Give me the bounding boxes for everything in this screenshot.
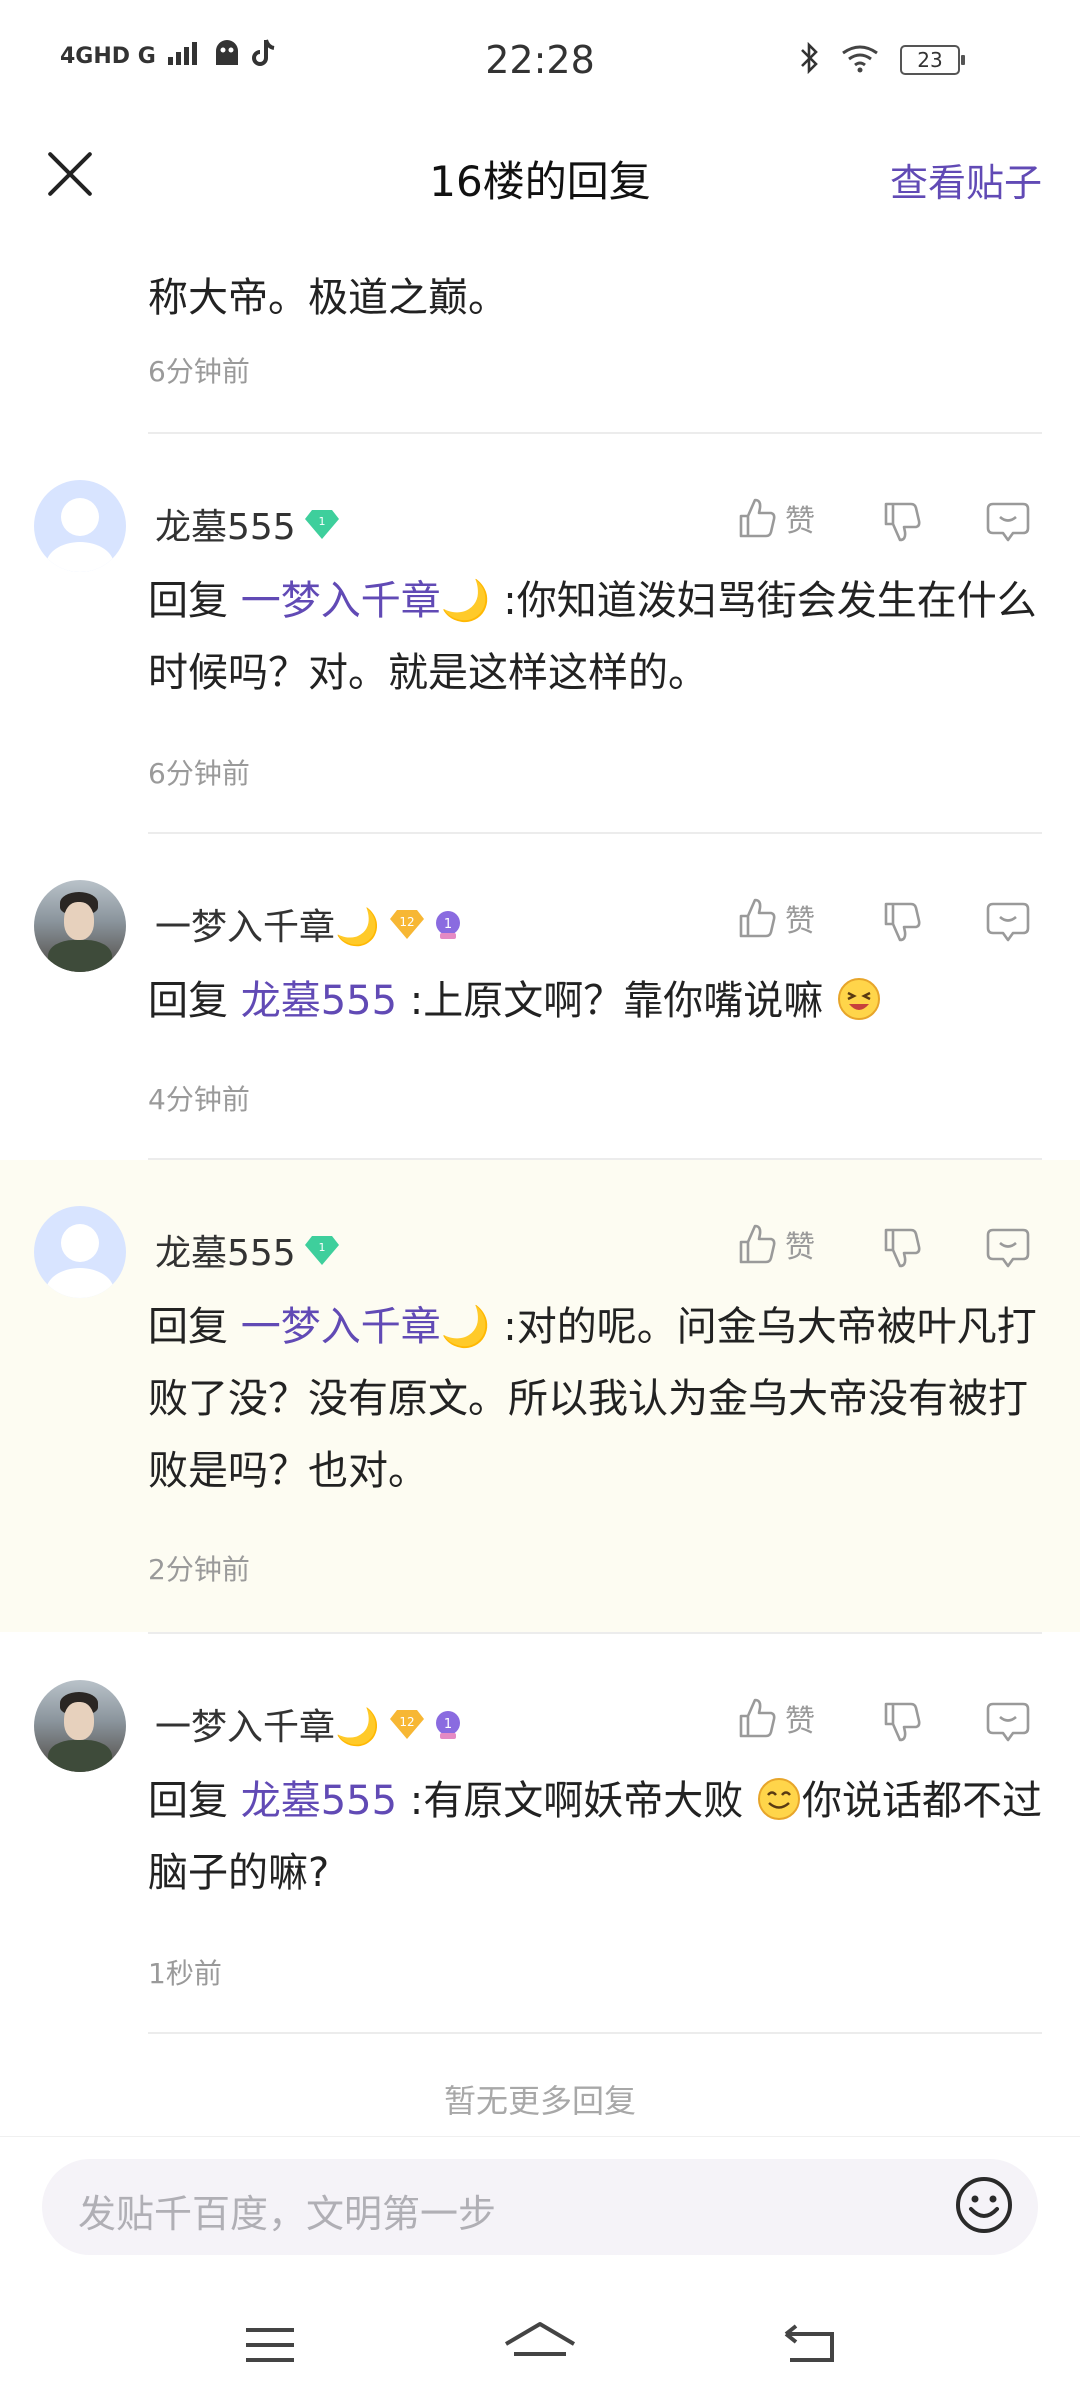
battery-icon: 23 <box>900 45 965 75</box>
mention-link[interactable]: 一梦入千章🌙 <box>241 578 491 624</box>
comment-icon <box>986 902 1030 942</box>
svg-text:1: 1 <box>444 1717 452 1732</box>
system-nav-bar <box>0 2290 1080 2400</box>
reply-actions: 赞 <box>735 496 1035 556</box>
thumb-down-icon <box>884 1702 921 1742</box>
back-nav-icon[interactable] <box>780 2320 840 2370</box>
thumb-down-icon <box>884 1228 921 1268</box>
reply-input-bar: 发贴千百度，文明第一步 <box>0 2136 1080 2291</box>
svg-text:1: 1 <box>444 917 452 932</box>
thumb-up-icon <box>739 498 776 538</box>
system-indicators: 23 <box>798 41 965 78</box>
mention-link[interactable]: 龙墓555 <box>241 978 397 1024</box>
reply-time: 1秒前 <box>148 1957 222 1990</box>
reply-item: 龙墓555 1 赞 回复 一梦入千章🌙 :你知道泼妇骂街会发生在什么时候吗？对。… <box>0 434 1080 832</box>
member-gem-badge-icon: 1 <box>304 1233 339 1267</box>
comment-button[interactable] <box>985 900 1031 948</box>
reply-content: 回复 龙墓555 :有原文啊妖帝大败 你说话都不过脑子的嘛? <box>148 1765 1048 1909</box>
username[interactable]: 龙墓555 1 <box>155 1224 339 1276</box>
member-gem-badge-icon: 1 <box>304 507 339 541</box>
thumb-down-icon <box>884 502 921 542</box>
like-button[interactable]: 赞 <box>735 896 815 940</box>
dislike-button[interactable] <box>880 500 924 548</box>
comment-button[interactable] <box>985 1226 1031 1274</box>
reply-time: 6分钟前 <box>148 355 250 388</box>
reply-actions: 赞 <box>735 1696 1035 1756</box>
header-bar: 16楼的回复 查看贴子 <box>0 120 1080 230</box>
username[interactable]: 龙墓555 1 <box>155 498 339 550</box>
username[interactable]: 一梦入千章🌙 12 1 <box>155 898 464 950</box>
input-placeholder: 发贴千百度，文明第一步 <box>78 2192 497 2236</box>
mention-link[interactable]: 一梦入千章🌙 <box>241 1304 491 1350</box>
view-post-link[interactable]: 查看贴子 <box>890 152 1042 207</box>
medal-badge-icon: 1 <box>430 907 464 941</box>
reply-content: 回复 一梦入千章🌙 :你知道泼妇骂街会发生在什么时候吗？对。就是这样这样的。 <box>148 578 1037 696</box>
reply-content: 回复 一梦入千章🌙 :对的呢。问金乌大帝被叶凡打败了没？没有原文。所以我认为金乌… <box>148 1304 1037 1494</box>
wifi-icon <box>840 43 880 77</box>
username[interactable]: 一梦入千章🌙 12 1 <box>155 1698 464 1750</box>
comment-button[interactable] <box>985 500 1031 548</box>
medal-badge-icon: 1 <box>430 1707 464 1741</box>
svg-text:12: 12 <box>399 1715 414 1729</box>
comment-button[interactable] <box>985 1700 1031 1748</box>
comment-icon <box>986 1702 1030 1742</box>
avatar[interactable] <box>34 1206 126 1298</box>
thumb-down-icon <box>884 902 921 942</box>
reply-item: 一梦入千章🌙 12 1 赞 回复 龙墓555 :有原文啊妖帝大败 你说话都不过脑… <box>0 1634 1080 2032</box>
partial-reply-text: 称大帝。极道之巅。 <box>148 275 508 321</box>
level-badge-icon: 12 <box>388 1707 424 1741</box>
home-nav-icon[interactable] <box>500 2320 580 2370</box>
like-button[interactable]: 赞 <box>735 1222 815 1266</box>
laughing-emoji-icon <box>836 973 882 1020</box>
reply-time: 2分钟前 <box>148 1553 250 1586</box>
reply-content: 回复 龙墓555 :上原文啊？靠你嘴说嘛 <box>148 965 1048 1037</box>
dislike-button[interactable] <box>880 1226 924 1274</box>
reply-item-highlighted: 龙墓555 1 赞 回复 一梦入千章🌙 :对的呢。问金乌大帝被叶凡打败了没？没有… <box>0 1160 1080 1632</box>
thumb-up-icon <box>739 1224 776 1264</box>
level-badge-icon: 12 <box>388 907 424 941</box>
thumb-up-icon <box>739 898 776 938</box>
divider <box>148 2032 1042 2034</box>
reply-actions: 赞 <box>735 896 1035 956</box>
like-button[interactable]: 赞 <box>735 496 815 540</box>
avatar[interactable] <box>34 880 126 972</box>
comment-icon <box>986 1228 1030 1268</box>
reply-item: 一梦入千章🌙 12 1 赞 回复 龙墓555 :上原文啊？靠你嘴说嘛 4分钟前 <box>0 834 1080 1158</box>
avatar[interactable] <box>34 1680 126 1772</box>
thumb-up-icon <box>739 1698 776 1738</box>
mention-link[interactable]: 龙墓555 <box>241 1778 397 1824</box>
bluetooth-icon <box>798 41 820 78</box>
like-button[interactable]: 赞 <box>735 1696 815 1740</box>
menu-nav-icon[interactable] <box>240 2320 300 2370</box>
emoji-picker-icon[interactable] <box>952 2173 1016 2237</box>
svg-text:12: 12 <box>399 915 414 929</box>
comment-icon <box>986 502 1030 542</box>
reply-actions: 赞 <box>735 1222 1035 1282</box>
reply-time: 4分钟前 <box>148 1083 250 1116</box>
dislike-button[interactable] <box>880 1700 924 1748</box>
status-bar: 4GHD G 22:28 23 <box>0 0 1080 120</box>
smile-emoji-icon <box>756 1773 802 1820</box>
svg-text:1: 1 <box>318 1241 325 1254</box>
no-more-replies: 暂无更多回复 <box>443 2082 636 2120</box>
dislike-button[interactable] <box>880 900 924 948</box>
avatar[interactable] <box>34 480 126 572</box>
svg-text:1: 1 <box>318 515 325 528</box>
reply-time: 6分钟前 <box>148 757 250 790</box>
reply-input[interactable]: 发贴千百度，文明第一步 <box>42 2159 1038 2255</box>
